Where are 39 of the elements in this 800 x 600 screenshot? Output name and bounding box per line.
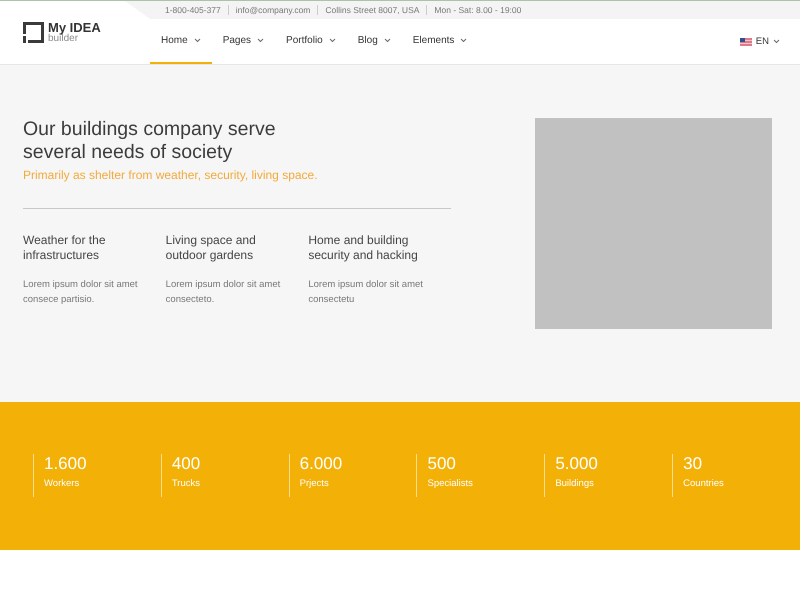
chevron-down-icon xyxy=(773,39,780,44)
contact-info: Mon - Sat: 8.00 - 19:00 xyxy=(426,5,528,15)
chevron-down-icon xyxy=(460,38,468,43)
hero-title: Our buildings company serve several needs of society xyxy=(23,118,277,164)
stat-value: 5.000 xyxy=(555,454,599,474)
feature-title: Weather for the infrastructures xyxy=(23,233,106,263)
feature-text: Lorem ipsum dolor sit amet consectetu xyxy=(308,278,424,307)
contact-info: 1-800-405-377 xyxy=(165,5,222,15)
stat-label: Prjects xyxy=(300,478,330,489)
language-selector[interactable]: EN xyxy=(740,36,780,47)
chevron-down-icon xyxy=(384,38,391,43)
stat-label: Countries xyxy=(683,478,725,489)
contact-info: Collins Street 8007, USA xyxy=(317,5,426,15)
nav-link[interactable]: Pages xyxy=(212,19,276,64)
nav-link[interactable]: Elements xyxy=(402,19,478,64)
stat-label: Buildings xyxy=(555,478,595,489)
stat-label: Workers xyxy=(44,478,80,489)
logo-title: My IDEA xyxy=(48,21,101,34)
chevron-down-icon xyxy=(328,38,336,43)
stat-value: 400 xyxy=(172,454,202,474)
flag-icon xyxy=(740,38,752,46)
stat-value: 30 xyxy=(683,454,704,474)
hero-subtitle: Primarily as shelter from weather, security, living space. xyxy=(23,168,319,182)
feature-text: Lorem ipsum dolor sit amet consece partisio. xyxy=(23,278,139,307)
stat-value: 500 xyxy=(427,454,457,474)
stat-value: 1.600 xyxy=(44,454,88,474)
stat-label: Specialists xyxy=(427,478,474,489)
feature-title: Living space and outdoor gardens xyxy=(166,233,257,263)
nav-link[interactable]: Blog xyxy=(346,19,402,64)
nav-link[interactable]: Portfolio xyxy=(275,19,347,64)
logo-subtitle: builder xyxy=(48,34,80,44)
chevron-down-icon xyxy=(257,38,264,43)
stat-value: 6.000 xyxy=(300,454,344,474)
feature-text: Lorem ipsum dolor sit amet consecteto. xyxy=(166,278,282,307)
logo-icon xyxy=(23,22,44,43)
contact-info: info@company.com xyxy=(228,5,318,15)
feature-title: Home and building security and hacking xyxy=(308,233,419,263)
chevron-down-icon xyxy=(194,38,201,43)
stat-label: Trucks xyxy=(172,478,201,489)
